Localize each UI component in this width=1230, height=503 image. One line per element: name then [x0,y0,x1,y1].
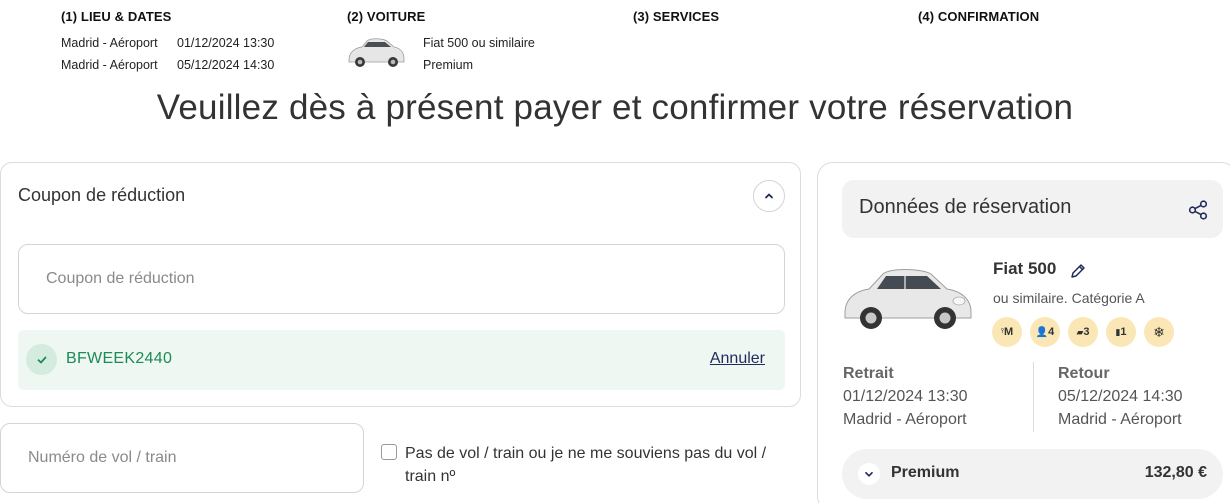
no-flight-label: Pas de vol / train ou je ne me souviens … [405,445,767,485]
car-features: ⫯ M 👤 4 ▰ 3 ▮ 1 ❄ [992,317,1174,347]
chevron-down-icon[interactable] [858,463,880,485]
pickup-place: Madrid - Aéroport [843,411,967,428]
car-thumbnail [348,38,405,67]
page-title: Veuillez dès à présent payer et confirme… [156,88,1074,127]
coupon-section: Coupon de réduction BFWEEK2440 Annuler [0,162,801,407]
reservation-header: Données de réservation [842,180,1223,238]
package-price: 132,80 € [1144,464,1207,481]
return-block: Retour 05/12/2024 14:30 Madrid - Aéropor… [1058,365,1183,429]
summary-pickup-place: Madrid - Aéroport [61,36,158,50]
summary-car-model: Fiat 500 ou similaire [423,36,535,50]
return-label: Retour [1058,365,1110,382]
applied-coupon-code: BFWEEK2440 [66,350,173,367]
pickup-label: Retrait [843,365,894,382]
check-icon [26,344,57,375]
car-image [844,269,972,329]
return-datetime: 05/12/2024 14:30 [1058,388,1183,405]
return-place: Madrid - Aéroport [1058,411,1182,428]
share-icon[interactable] [1187,199,1209,221]
step-car: (2) VOITURE [347,9,426,24]
step-services: (3) SERVICES [633,9,720,24]
no-flight-checkbox[interactable] [381,444,397,460]
reservation-title: Données de réservation [859,196,1072,218]
divider [1033,362,1034,432]
flight-number-input[interactable] [0,423,364,493]
chevron-up-icon [765,193,773,199]
air-conditioning-icon: ❄ [1144,317,1174,347]
summary-pickup-row: Madrid - Aéroport 01/12/2024 13:30 [61,36,274,50]
pencil-icon[interactable] [1069,262,1087,280]
summary-return-place: Madrid - Aéroport [61,58,158,72]
summary-pickup-datetime: 01/12/2024 13:30 [177,36,275,50]
pickup-datetime: 01/12/2024 13:30 [843,388,968,405]
door-icon: ▰ 3 [1068,317,1098,347]
cancel-coupon-link[interactable]: Annuler [710,350,765,368]
step-location-dates: (1) LIEU & DATES [61,9,172,24]
booking-steps-header: (1) LIEU & DATES (2) VOITURE (3) SERVICE… [0,0,1230,80]
pickup-block: Retrait 01/12/2024 13:30 Madrid - Aéropo… [843,365,968,429]
luggage-icon: ▮ 1 [1106,317,1136,347]
package-price-row[interactable]: Premium 132,80 € [842,449,1223,499]
package-name: Premium [891,464,960,481]
reservation-panel: Données de réservation Fiat 500 ou simil… [817,162,1230,503]
summary-return-datetime: 05/12/2024 14:30 [177,58,275,72]
collapse-coupon-button[interactable] [753,180,785,212]
coupon-title: Coupon de réduction [18,185,186,205]
summary-return-row: Madrid - Aéroport 05/12/2024 14:30 [61,58,274,72]
step-confirmation: (4) CONFIRMATION [918,9,1040,24]
reservation-car-name: Fiat 500 [993,259,1057,278]
passenger-icon: 👤 4 [1030,317,1060,347]
reservation-car-category: ou similaire. Catégorie A [993,290,1145,306]
coupon-input[interactable] [18,244,785,314]
summary-car-class: Premium [423,58,474,72]
applied-coupon-row: BFWEEK2440 Annuler [18,330,785,390]
transmission-manual-icon: ⫯ M [992,317,1022,347]
